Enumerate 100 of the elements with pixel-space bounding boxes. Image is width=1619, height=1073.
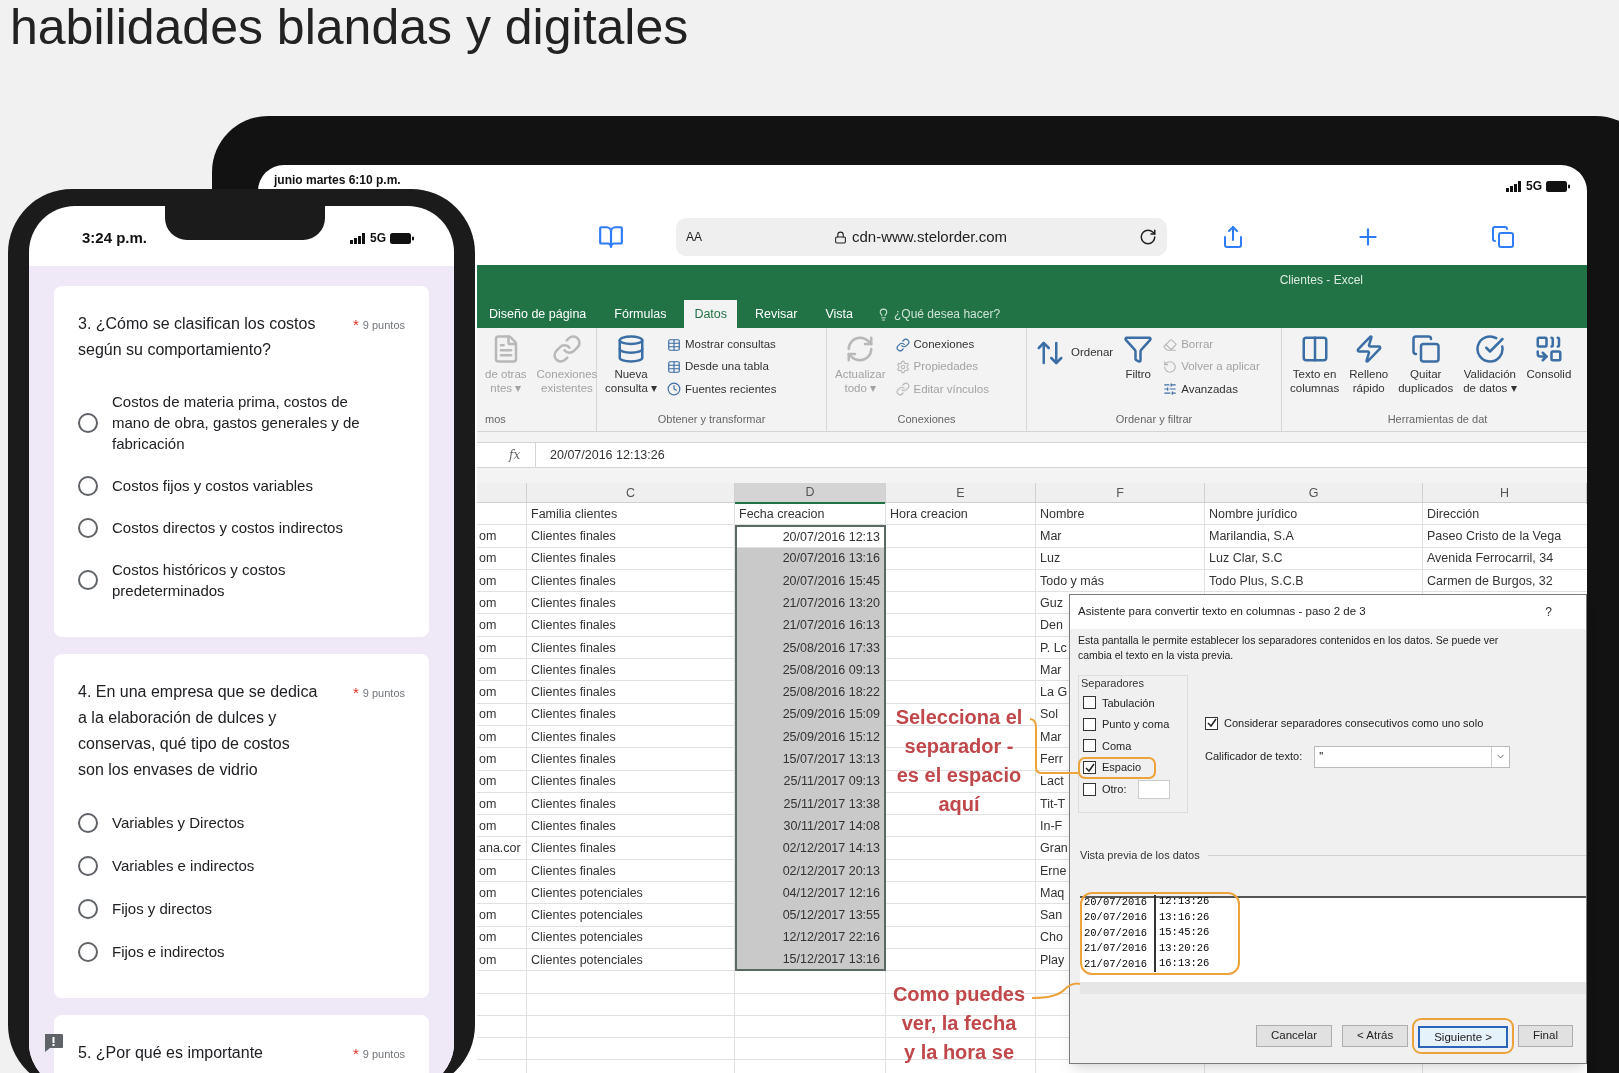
table-cell-text: Marilandia, S.A xyxy=(1209,528,1294,546)
dialog-button[interactable]: Siguiente > xyxy=(1418,1026,1509,1049)
function-label: fx xyxy=(509,447,522,464)
table-cell-text: Clientes potenciales xyxy=(531,929,643,947)
table-cell-text: ana.cor xyxy=(479,840,521,858)
ribbon-tab[interactable]: Datos xyxy=(684,300,738,328)
checkbox[interactable] xyxy=(1083,739,1096,753)
checkbox[interactable] xyxy=(1083,696,1096,710)
checkbox-label[interactable]: Coma xyxy=(1102,737,1132,754)
table-cell-text: San xyxy=(1040,907,1063,925)
dialog-button[interactable]: < Atrás xyxy=(1342,1024,1409,1047)
feedback-icon[interactable] xyxy=(43,1033,64,1053)
checkbox[interactable] xyxy=(1083,761,1096,774)
refresh-icon xyxy=(845,334,876,364)
ribbon-tab[interactable]: Fórmulas xyxy=(604,300,677,328)
chain-icon xyxy=(551,334,582,364)
option-label[interactable]: Costos de materia prima, costos de mano de obra, gastos generales y de fabricación xyxy=(112,391,374,454)
option-label[interactable]: Costos históricos y costos predeterminados xyxy=(112,559,374,601)
column-header[interactable]: G xyxy=(1205,483,1423,504)
ribbon-tab[interactable]: Vista xyxy=(815,300,863,328)
checkbox-label[interactable]: Considerar separadores consecutivos como uno solo xyxy=(1224,715,1484,732)
table-cell-text: Mar xyxy=(1040,528,1062,546)
signal-icon xyxy=(1506,180,1522,192)
annotation-text: Selecciona el separador - es el espacio aquí xyxy=(894,705,1024,817)
dialog-button[interactable]: Cancelar xyxy=(1256,1024,1333,1047)
table-cell-text: Clientes finales xyxy=(531,817,616,835)
option-label[interactable]: Fijos e indirectos xyxy=(112,941,374,962)
select-field[interactable]: " xyxy=(1314,745,1511,768)
text-size-button[interactable]: AA xyxy=(686,228,702,246)
page-heading: habilidades blandas y digitales xyxy=(10,0,689,54)
help-button[interactable]: ? xyxy=(1545,603,1552,621)
status-time: junio martes 6:10 p.m. xyxy=(274,173,401,187)
input-field[interactable] xyxy=(1138,779,1171,799)
ribbon-button[interactable]: Relleno rápido xyxy=(1349,367,1389,395)
radio-button[interactable] xyxy=(78,517,98,538)
share-icon[interactable] xyxy=(1221,225,1245,249)
table-cell: 21/07/2016 16:13 xyxy=(735,614,886,637)
ribbon-button[interactable]: Mostrar consultas xyxy=(685,336,776,354)
table-cell-text: om xyxy=(479,817,497,835)
column-header[interactable]: H xyxy=(1423,483,1587,504)
table-cell-text: om xyxy=(479,550,497,568)
table-cell-text: om xyxy=(479,639,497,657)
option-label[interactable]: Variables e indirectos xyxy=(112,855,374,876)
option-label[interactable]: Costos directos y costos indirectos xyxy=(112,517,374,538)
option-label[interactable]: Fijos y directos xyxy=(112,898,374,919)
group-label: Ordenar y filtrar xyxy=(1114,411,1194,427)
radio-button[interactable] xyxy=(78,898,98,919)
preview-cell-text: 15:45:26 xyxy=(1158,925,1210,941)
ribbon-button[interactable]: Consolid xyxy=(1526,367,1572,381)
ribbon-tab[interactable]: Diseño de página xyxy=(479,300,597,328)
table-cell-text: Carmen de Burgos, 32 xyxy=(1427,572,1553,590)
required-mark: * xyxy=(352,315,359,335)
radio-button[interactable] xyxy=(78,855,98,876)
ribbon-button[interactable]: Avanzadas xyxy=(1181,380,1238,398)
ribbon-button[interactable]: Filtro xyxy=(1125,367,1151,381)
ribbon-button[interactable]: Desde una tabla xyxy=(685,358,769,376)
checkbox-label[interactable]: Espacio xyxy=(1102,759,1142,776)
radio-button[interactable] xyxy=(78,941,98,962)
ribbon-tab[interactable]: Revisar xyxy=(745,300,808,328)
ribbon-button[interactable]: Texto en columnas xyxy=(1290,367,1340,395)
address-bar[interactable]: AA cdn-www.stelorder.com xyxy=(676,218,1167,256)
radio-button[interactable] xyxy=(78,812,98,833)
book-icon[interactable] xyxy=(598,224,624,250)
column-header[interactable]: E xyxy=(886,483,1036,504)
option-label[interactable]: Variables y Directos xyxy=(112,812,374,833)
ribbon-button[interactable]: Validación de datos ▾ xyxy=(1463,367,1517,395)
radio-button[interactable] xyxy=(78,475,98,496)
checkbox-label[interactable]: Otro: xyxy=(1102,781,1127,798)
sliders-icon xyxy=(1163,382,1178,397)
column-header[interactable]: D xyxy=(735,483,886,504)
table-cell-text: Guz xyxy=(1040,594,1063,612)
radio-button[interactable] xyxy=(78,412,98,433)
checkbox[interactable] xyxy=(1083,782,1096,796)
formula-value[interactable]: 20/07/2016 12:13:26 xyxy=(550,445,665,465)
checkbox-label[interactable]: Punto y coma xyxy=(1102,716,1170,733)
ribbon-button[interactable]: Conexiones xyxy=(913,336,975,354)
table-cell-text: om xyxy=(479,594,497,612)
table-cell-text: Dirección xyxy=(1427,505,1480,523)
column-header[interactable]: F xyxy=(1036,483,1205,504)
required-mark: * xyxy=(352,1044,359,1064)
tabs-icon[interactable] xyxy=(1491,225,1515,249)
table-cell: 05/12/2017 13:55 xyxy=(735,904,886,927)
checkbox[interactable] xyxy=(1083,717,1096,731)
reload-icon[interactable] xyxy=(1139,228,1157,246)
dialog-button[interactable]: Final xyxy=(1518,1024,1573,1047)
ribbon-button[interactable]: Nueva consulta ▾ xyxy=(605,367,658,395)
radio-button[interactable] xyxy=(78,570,98,590)
table-cell-text: Nombre xyxy=(1040,505,1085,523)
ribbon-button[interactable]: Ordenar xyxy=(1071,344,1114,362)
checkbox[interactable] xyxy=(1205,716,1218,730)
table-cell: 15/12/2017 13:16 xyxy=(735,948,886,972)
leader-line xyxy=(1032,982,1080,1000)
ribbon-button[interactable]: Fuentes recientes xyxy=(685,380,777,398)
signal-icon xyxy=(350,232,366,244)
search-field[interactable]: ¿Qué desea hacer? xyxy=(894,305,1001,323)
table-cell: 12/12/2017 22:16 xyxy=(735,926,886,949)
ribbon-button[interactable]: Quitar duplicados xyxy=(1398,367,1454,395)
option-label[interactable]: Costos fijos y costos variables xyxy=(112,475,374,496)
table-cell-text: Clientes finales xyxy=(531,795,616,813)
checkbox-label[interactable]: Tabulación xyxy=(1102,694,1155,711)
